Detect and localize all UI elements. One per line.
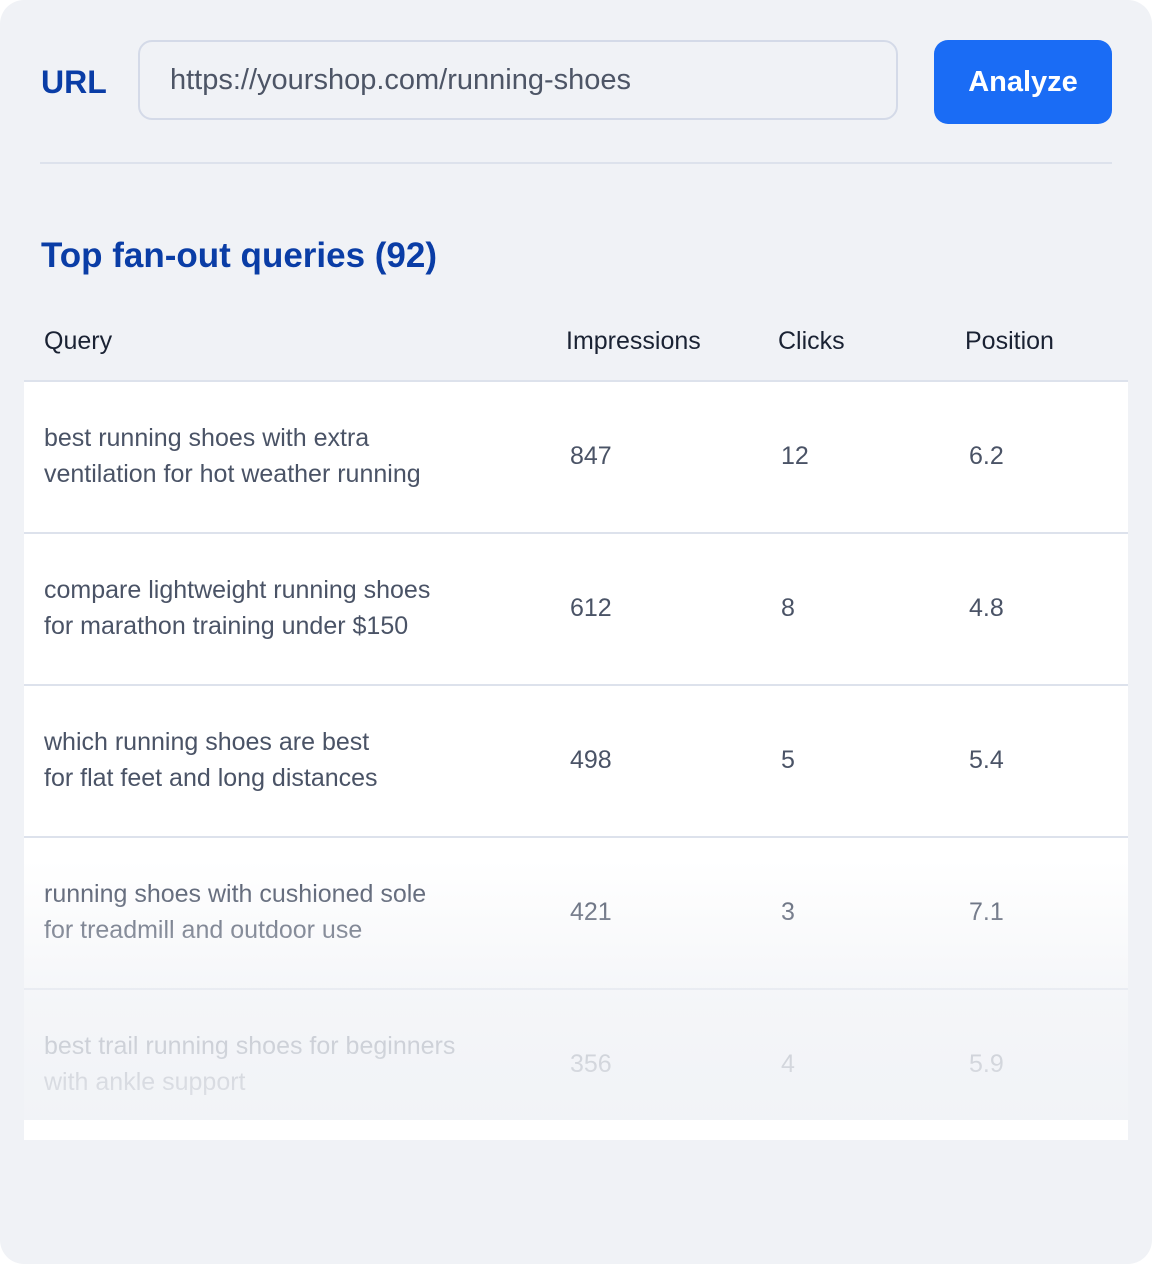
position-cell: 7.1 xyxy=(969,898,1004,926)
table-row[interactable]: compare lightweight running shoes for ma… xyxy=(24,534,1128,686)
url-input[interactable] xyxy=(138,40,898,120)
divider xyxy=(40,162,1112,164)
clicks-cell: 8 xyxy=(781,594,795,622)
column-header-clicks[interactable]: Clicks xyxy=(778,324,845,358)
position-cell: 5.4 xyxy=(969,746,1004,774)
impressions-cell: 498 xyxy=(570,746,612,774)
impressions-cell: 847 xyxy=(570,442,612,470)
table-row[interactable]: which running shoes are best for flat fe… xyxy=(24,686,1128,838)
clicks-cell: 5 xyxy=(781,746,795,774)
query-line: best running shoes with extra xyxy=(44,424,370,452)
query-line: for flat feet and long distances xyxy=(44,764,378,792)
query-cell: which running shoes are best for flat fe… xyxy=(44,724,524,796)
position-cell: 5.9 xyxy=(969,1050,1004,1078)
clicks-cell: 12 xyxy=(781,442,809,470)
column-header-query[interactable]: Query xyxy=(44,324,112,358)
query-line: for marathon training under $150 xyxy=(44,612,409,640)
query-cell: running shoes with cushioned sole for tr… xyxy=(44,876,524,948)
analyze-button[interactable]: Analyze xyxy=(934,40,1112,124)
query-cell: best trail running shoes for beginners w… xyxy=(44,1028,544,1100)
table-row[interactable]: best running shoes with extra ventilatio… xyxy=(24,382,1128,534)
query-line: with ankle support xyxy=(44,1068,246,1096)
table-row[interactable]: running shoes with cushioned sole for tr… xyxy=(24,838,1128,990)
column-header-impressions[interactable]: Impressions xyxy=(566,324,701,358)
table-body: best running shoes with extra ventilatio… xyxy=(24,382,1128,1140)
analyzer-card: URL Analyze Top fan-out queries (92) Que… xyxy=(0,0,1152,1264)
position-cell: 4.8 xyxy=(969,594,1004,622)
query-cell: compare lightweight running shoes for ma… xyxy=(44,572,524,644)
clicks-cell: 3 xyxy=(781,898,795,926)
impressions-cell: 612 xyxy=(570,594,612,622)
position-cell: 6.2 xyxy=(969,442,1004,470)
section-title: Top fan-out queries (92) xyxy=(41,236,438,275)
impressions-cell: 356 xyxy=(570,1050,612,1078)
query-line: which running shoes are best xyxy=(44,728,370,756)
query-line: for treadmill and outdoor use xyxy=(44,916,363,944)
query-cell: best running shoes with extra ventilatio… xyxy=(44,420,524,492)
query-line: running shoes with cushioned sole xyxy=(44,880,427,908)
query-line: compare lightweight running shoes xyxy=(44,576,431,604)
column-header-position[interactable]: Position xyxy=(965,324,1054,358)
query-line: ventilation for hot weather running xyxy=(44,460,421,488)
table-row[interactable]: best trail running shoes for beginners w… xyxy=(24,990,1128,1140)
url-label: URL xyxy=(41,64,107,100)
impressions-cell: 421 xyxy=(570,898,612,926)
table-header: Query Impressions Clicks Position xyxy=(24,318,1128,382)
query-line: best trail running shoes for beginners xyxy=(44,1032,456,1060)
clicks-cell: 4 xyxy=(781,1050,795,1078)
